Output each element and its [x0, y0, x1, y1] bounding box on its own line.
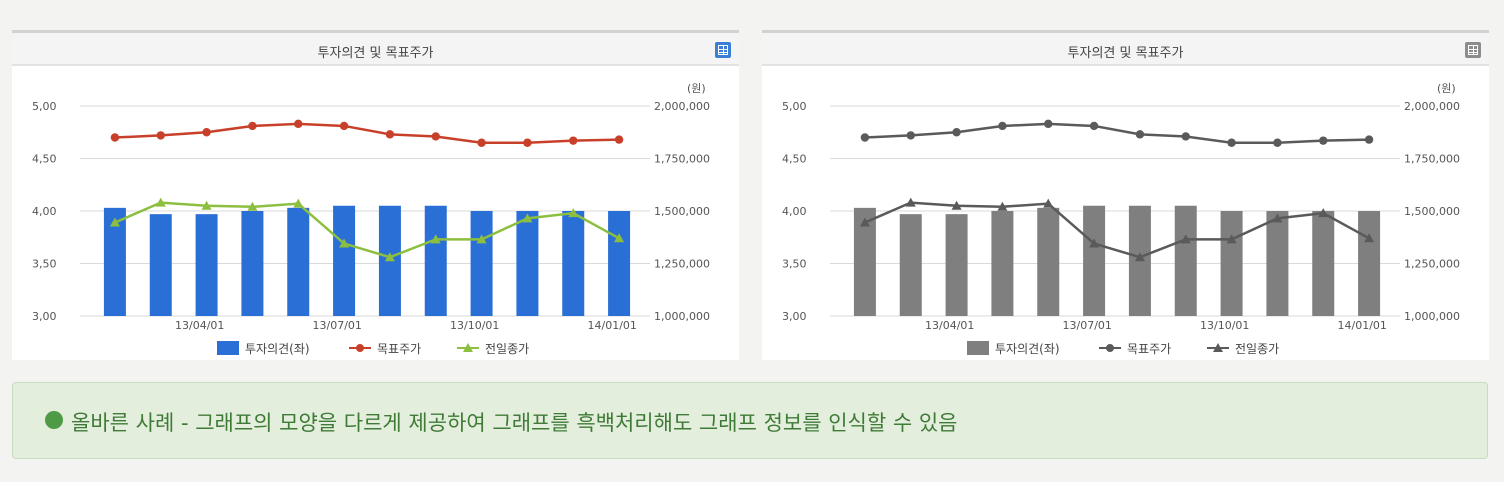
legend-marker-circle — [356, 344, 364, 352]
y-right-tick-label: 1,000,000 — [654, 310, 710, 323]
bar — [945, 214, 968, 316]
bar — [608, 211, 631, 316]
bar — [899, 214, 922, 316]
bar — [562, 211, 585, 316]
y-right-tick-label: 1,250,000 — [1404, 258, 1460, 271]
data-point — [1135, 130, 1145, 139]
data-point — [1181, 132, 1190, 141]
series-line — [114, 122, 620, 144]
y-left-tick-label: 3,50 — [782, 258, 807, 271]
data-point — [860, 133, 870, 142]
bar — [195, 214, 218, 316]
data-point — [385, 130, 395, 139]
data-point — [614, 135, 624, 144]
panel-header: 투자의견 및 목표주가 — [762, 30, 1489, 66]
data-point — [202, 128, 211, 137]
bar — [333, 205, 356, 316]
data-point — [1227, 138, 1236, 147]
data-point — [952, 128, 961, 137]
y-left-tick-label: 3,00 — [782, 310, 807, 323]
data-point — [110, 133, 120, 142]
chart-gray: 5,00 2,000,000 4,50 1,750,000 4,00 1,500,000 3… — [782, 82, 1460, 356]
bar — [424, 205, 447, 316]
data-point — [339, 121, 349, 131]
bullet-icon — [45, 411, 63, 429]
bar — [470, 211, 493, 316]
data-point — [1364, 135, 1374, 144]
y-right-tick-label: 1,000,000 — [1404, 310, 1460, 323]
legend-marker-circle — [1106, 344, 1114, 352]
y-right-tick-label: 1,500,000 — [1404, 205, 1460, 218]
bar — [287, 207, 310, 316]
chart-title: 투자의견 및 목표주가 — [317, 46, 434, 61]
bar — [1037, 207, 1060, 316]
data-point — [477, 138, 486, 147]
bar — [241, 211, 264, 316]
data-point — [906, 131, 915, 140]
legend-label: 전일종가 — [1235, 342, 1279, 356]
data-point — [569, 136, 578, 145]
y-left-tick-label: 3,00 — [32, 310, 57, 323]
x-tick-label: 13/04/01 — [175, 319, 224, 332]
bar — [1083, 205, 1106, 316]
x-tick-label: 13/07/01 — [1063, 319, 1112, 332]
y-right-unit: (원) — [687, 82, 706, 95]
y-right-tick-label: 2,000,000 — [1404, 100, 1460, 113]
x-tick-label: 13/04/01 — [925, 319, 974, 332]
y-right-tick-label: 1,500,000 — [654, 205, 710, 218]
chart-panel-color: 투자의견 및 목표주가 5,00 2,000,000 4,50 1,750,000 4,… — [12, 30, 739, 360]
series-line — [864, 122, 1370, 144]
chart-color: 5,00 2,000,000 4,50 1,750,000 4,00 1,500,000 3… — [32, 82, 710, 356]
notice-text: 올바른 사례 - 그래프의 모양을 다르게 제공하여 그래프를 흑백처리해도 그… — [71, 411, 958, 435]
bar — [1312, 211, 1335, 316]
x-tick-label: 14/01/01 — [588, 319, 637, 332]
x-tick-label: 14/01/01 — [1338, 319, 1387, 332]
chart-panel-gray: 투자의견 및 목표주가 5,00 2,000,000 4,50 1,750,000 4,… — [762, 30, 1489, 360]
bar — [991, 211, 1014, 316]
legend-swatch-bar — [967, 341, 989, 355]
y-left-tick-label: 5,00 — [782, 100, 807, 113]
bar — [516, 211, 539, 316]
legend-label: 전일종가 — [485, 342, 529, 356]
y-left-tick-label: 4,50 — [782, 153, 807, 166]
legend-label: 투자의견(좌) — [995, 342, 1060, 356]
data-point — [1273, 138, 1282, 147]
legend-label: 목표주가 — [377, 342, 421, 356]
data-point — [523, 138, 532, 147]
y-left-tick-label: 3,50 — [32, 258, 57, 271]
bar — [1220, 211, 1243, 316]
table-icon[interactable] — [715, 42, 731, 58]
legend-swatch-bar — [217, 341, 239, 355]
y-left-tick-label: 5,00 — [32, 100, 57, 113]
x-tick-label: 13/07/01 — [313, 319, 362, 332]
y-left-tick-label: 4,00 — [782, 205, 807, 218]
legend-label: 목표주가 — [1127, 342, 1171, 356]
chart-title: 투자의견 및 목표주가 — [1067, 46, 1184, 61]
bar — [1358, 211, 1381, 316]
panel-header: 투자의견 및 목표주가 — [12, 30, 739, 66]
data-point — [431, 132, 440, 141]
y-left-tick-label: 4,00 — [32, 205, 57, 218]
y-right-tick-label: 1,750,000 — [654, 153, 710, 166]
y-left-tick-label: 4,50 — [32, 153, 57, 166]
x-tick-label: 13/10/01 — [1200, 319, 1249, 332]
data-point — [156, 131, 165, 140]
table-icon[interactable] — [1465, 42, 1481, 58]
data-point — [1044, 119, 1053, 129]
data-point — [998, 121, 1007, 131]
bar — [149, 214, 172, 316]
legend-label: 투자의견(좌) — [245, 342, 310, 356]
notice-box: 올바른 사례 - 그래프의 모양을 다르게 제공하여 그래프를 흑백처리해도 그… — [12, 382, 1488, 459]
y-right-unit: (원) — [1437, 82, 1456, 95]
y-right-tick-label: 1,750,000 — [1404, 153, 1460, 166]
data-point — [1319, 136, 1328, 145]
data-point — [294, 119, 303, 129]
data-point — [1089, 121, 1099, 131]
y-right-tick-label: 2,000,000 — [654, 100, 710, 113]
bar — [1174, 205, 1197, 316]
data-point — [248, 121, 257, 131]
y-right-tick-label: 1,250,000 — [654, 258, 710, 271]
bar — [1266, 211, 1289, 316]
x-tick-label: 13/10/01 — [450, 319, 499, 332]
